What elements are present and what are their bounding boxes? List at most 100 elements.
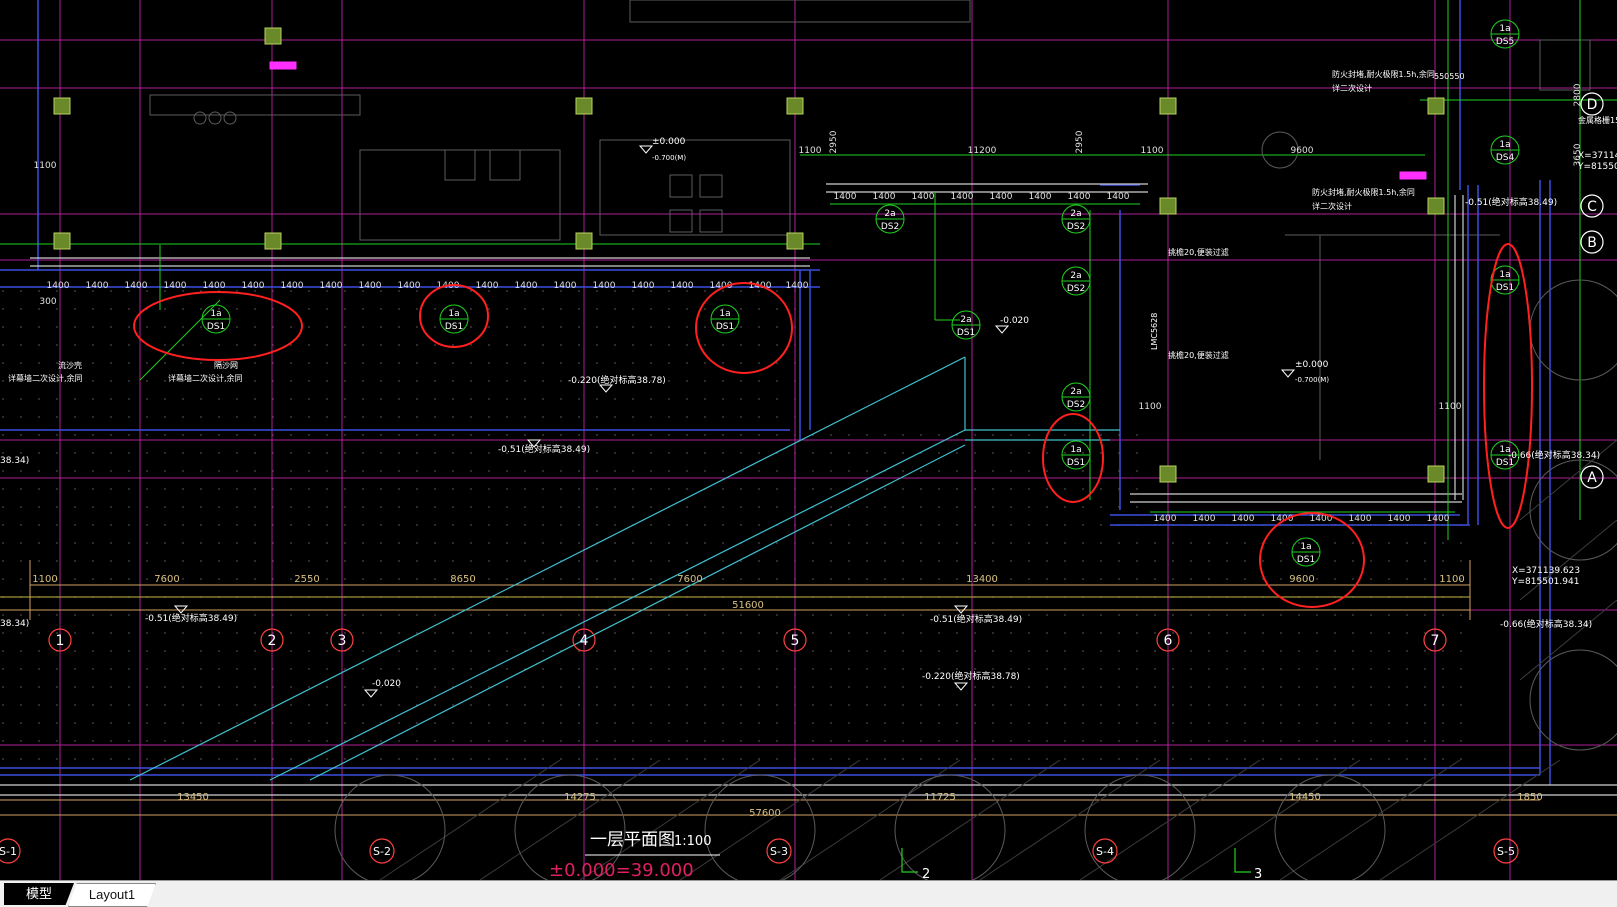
- dim-1400-a9: 1400: [359, 281, 382, 291]
- level-label-2: -0.51(绝对标高38.49): [498, 443, 590, 455]
- dim-300: 300: [39, 297, 56, 307]
- callout-9-top: 1a: [1300, 542, 1311, 552]
- callout-5-bottom: DS2: [1067, 284, 1085, 294]
- dim-2800: 2800: [1573, 83, 1583, 106]
- note-12: 550550: [1434, 72, 1465, 81]
- dim-1400-b8: 1400: [1107, 192, 1130, 202]
- dim-1400-a13: 1400: [515, 281, 538, 291]
- dim-1100-left: 1100: [34, 161, 57, 171]
- note-5: 挑檐20,便装过滤: [1168, 247, 1229, 257]
- level-label-7: -0.020: [372, 679, 401, 689]
- level-label-14: 38.34): [0, 619, 29, 629]
- note-3: 防火封堵,耐火极限1.5h,余同: [1312, 187, 1415, 197]
- dim-row1-5: 13400: [966, 574, 998, 585]
- dim-1400-a20: 1400: [786, 281, 809, 291]
- level-label-11: -0.700(M): [652, 154, 686, 162]
- dim-11200: 11200: [968, 146, 997, 156]
- callout-1-top: 1a: [448, 309, 459, 319]
- callout-6-top: 2a: [960, 315, 971, 325]
- dim-row2-2: 11725: [924, 792, 956, 803]
- dim-1400-a2: 1400: [86, 281, 109, 291]
- dim-1400-a17: 1400: [671, 281, 694, 291]
- dim-1400-b5: 1400: [990, 192, 1013, 202]
- axis-5: 5: [791, 633, 800, 649]
- dim-row2-3: 14450: [1289, 792, 1321, 803]
- dim-1400-c7: 1400: [1388, 514, 1411, 524]
- axis-7: 7: [1431, 633, 1440, 649]
- callout-0-bottom: DS1: [207, 322, 225, 332]
- dim-1400-a12: 1400: [476, 281, 499, 291]
- dim-1400-a3: 1400: [125, 281, 148, 291]
- dim-1400-b4: 1400: [951, 192, 974, 202]
- callout-7-top: 2a: [1070, 387, 1081, 397]
- dim-1400-c6: 1400: [1349, 514, 1372, 524]
- note-1: 防火封堵,耐火极限1.5h,余同: [1332, 69, 1435, 79]
- tab-model[interactable]: 模型: [4, 883, 74, 905]
- level-label-12: -0.700(M): [1295, 376, 1329, 384]
- note-7: 流沙壳: [58, 360, 82, 370]
- dim-1400-b3: 1400: [912, 192, 935, 202]
- coord-y-2: Y=81550: [1577, 162, 1617, 172]
- level-label-6: -0.020: [1000, 316, 1029, 326]
- callout-3-top: 2a: [884, 209, 895, 219]
- dim-1400-b2: 1400: [873, 192, 896, 202]
- callout-12-top: 1a: [1499, 270, 1510, 280]
- dim-1400-c2: 1400: [1193, 514, 1216, 524]
- dim-1400-a8: 1400: [320, 281, 343, 291]
- axis-S-2: S-2: [373, 845, 391, 858]
- callout-8-top: 1a: [1070, 445, 1081, 455]
- dim-1400-c3: 1400: [1232, 514, 1255, 524]
- dim-row2-1: 14275: [564, 792, 596, 803]
- callout-11-bottom: DS4: [1496, 153, 1515, 163]
- tab-layout1[interactable]: Layout1: [68, 883, 156, 907]
- callout-7-bottom: DS2: [1067, 400, 1085, 410]
- callout-11-top: 1a: [1499, 140, 1510, 150]
- note-6: 挑檐20,便装过滤: [1168, 350, 1229, 360]
- dim-1400-b6: 1400: [1029, 192, 1052, 202]
- dim-1400-a15: 1400: [593, 281, 616, 291]
- dim-row1-2: 2550: [294, 574, 319, 585]
- callout-2-bottom: DS1: [716, 322, 734, 332]
- callout-4-bottom: DS2: [1067, 222, 1085, 232]
- note-10: 详幕墙二次设计,余同: [168, 373, 243, 383]
- level-label-4: -0.51(绝对标高38.49): [930, 613, 1022, 625]
- callout-2-top: 1a: [719, 309, 730, 319]
- level-label-8: -0.66(绝对标高38.34): [1500, 618, 1592, 630]
- note-2: 详二次设计: [1332, 83, 1372, 93]
- level-label-10: ±0.000: [1295, 360, 1329, 370]
- callout-10-bottom: DS5: [1496, 37, 1514, 47]
- cad-model-viewport[interactable]: 1 2 3 4 5 6 7 D C B A S-1 S-2 S-3 S-4 S-…: [0, 0, 1617, 880]
- axis-S-4: S-4: [1096, 845, 1114, 858]
- dim-row1-3: 8650: [450, 574, 475, 585]
- drawing-scale: 1:100: [674, 834, 711, 849]
- note-8: 详幕墙二次设计,余同: [8, 373, 83, 383]
- section-mark-3: 3: [1254, 867, 1262, 880]
- dim-1400-a6: 1400: [242, 281, 265, 291]
- callout-4-top: 2a: [1070, 209, 1081, 219]
- axis-S-1: S-1: [0, 845, 17, 858]
- axis-3: 3: [338, 633, 347, 649]
- note-4: 详二次设计: [1312, 201, 1352, 211]
- callout-5-top: 2a: [1070, 271, 1081, 281]
- axis-2: 2: [268, 633, 277, 649]
- dim-row1-0: 1100: [32, 574, 57, 585]
- dim-1400-a7: 1400: [281, 281, 304, 291]
- callout-3-bottom: DS2: [881, 222, 899, 232]
- coord-y-1: Y=815501.941: [1511, 577, 1579, 587]
- dim-row1-6: 9600: [1289, 574, 1314, 585]
- level-label-13: 38.34): [0, 456, 29, 466]
- dim-1100-top-b: 1100: [1141, 146, 1164, 156]
- note-11: 金属格栅150: [1578, 115, 1617, 125]
- coord-x-2: X=37114: [1578, 151, 1617, 161]
- coord-x-1: X=371139.623: [1512, 566, 1580, 576]
- layout-tab-bar: 模型 Layout1: [0, 880, 1617, 907]
- callout-8-bottom: DS1: [1067, 458, 1085, 468]
- callout-9-bottom: DS1: [1297, 555, 1315, 565]
- level-label-9: ±0.000: [652, 137, 686, 147]
- section-mark-2: 2: [922, 867, 930, 880]
- dim-1400-b7: 1400: [1068, 192, 1091, 202]
- dim-row2-0: 13450: [177, 792, 209, 803]
- dim-1400-a10: 1400: [398, 281, 421, 291]
- axis-S-5: S-5: [1497, 845, 1515, 858]
- dim-row2-4: 1850: [1517, 792, 1542, 803]
